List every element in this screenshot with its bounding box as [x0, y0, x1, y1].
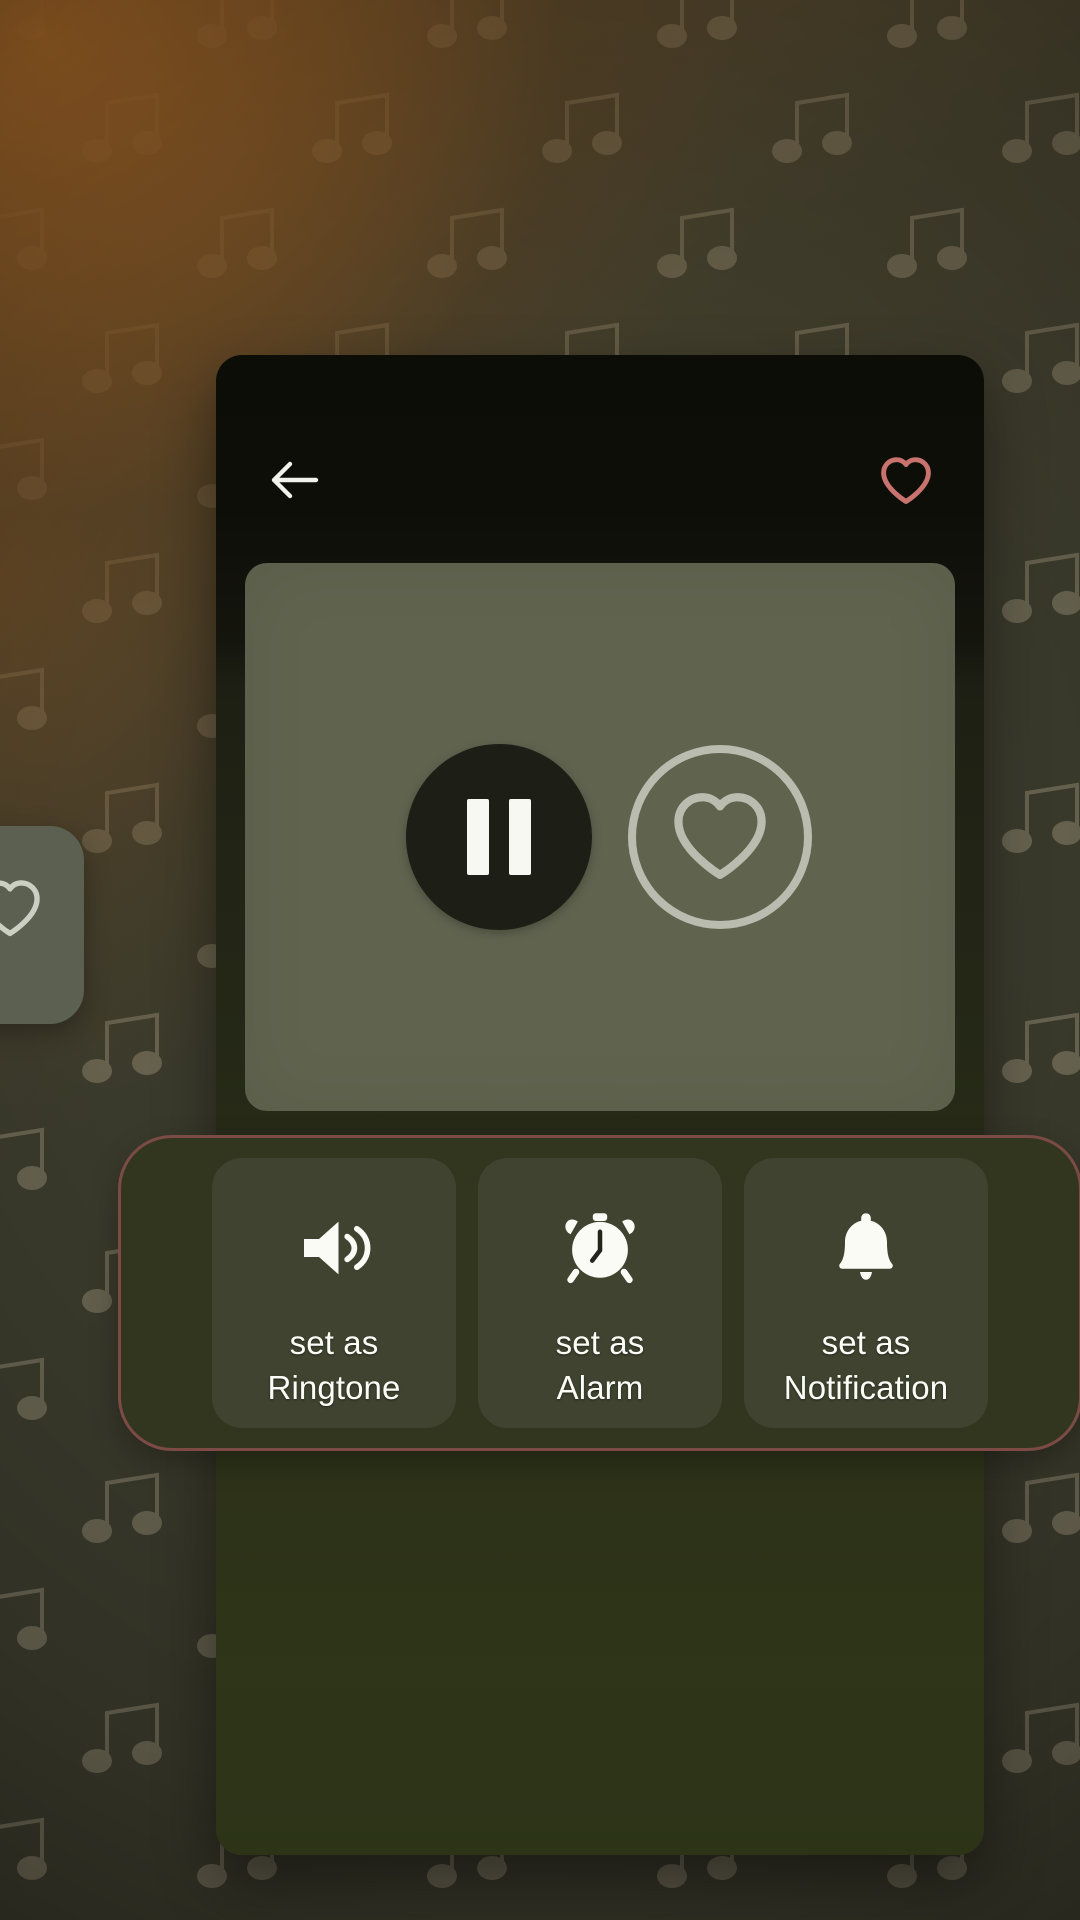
volume-speaker-icon: [295, 1202, 373, 1294]
heart-outline-icon: [0, 877, 44, 944]
card-lower-body: [216, 1463, 984, 1855]
song-detail-card: [216, 355, 984, 1855]
set-as-ringtone-button[interactable]: set as Ringtone: [212, 1158, 456, 1428]
set-as-notification-button[interactable]: set as Notification: [744, 1158, 988, 1428]
like-button[interactable]: [628, 745, 812, 929]
back-button[interactable]: [256, 444, 332, 520]
pause-icon-bar-right: [509, 799, 531, 875]
player-controls: [245, 744, 955, 930]
card-header: [216, 355, 984, 555]
arrow-left-icon: [268, 458, 320, 507]
heart-outline-circle-icon: [668, 787, 772, 888]
bell-icon: [831, 1202, 901, 1294]
album-artwork: [245, 563, 955, 1111]
set-as-ringtone-label: set as Ringtone: [267, 1324, 401, 1406]
favorite-button[interactable]: [868, 444, 944, 520]
ringtone-actions-group: set as Ringtone set as Alarm set as Noti…: [118, 1135, 1080, 1451]
pause-icon-bar-left: [467, 799, 489, 875]
pause-button[interactable]: [406, 744, 592, 930]
set-as-notification-label: set as Notification: [783, 1324, 949, 1406]
adjacent-song-card-peek[interactable]: [0, 826, 84, 1024]
alarm-clock-icon: [561, 1202, 639, 1294]
heart-outline-icon: [878, 454, 934, 511]
set-as-alarm-label: set as Alarm: [555, 1324, 645, 1406]
set-as-alarm-button[interactable]: set as Alarm: [478, 1158, 722, 1428]
